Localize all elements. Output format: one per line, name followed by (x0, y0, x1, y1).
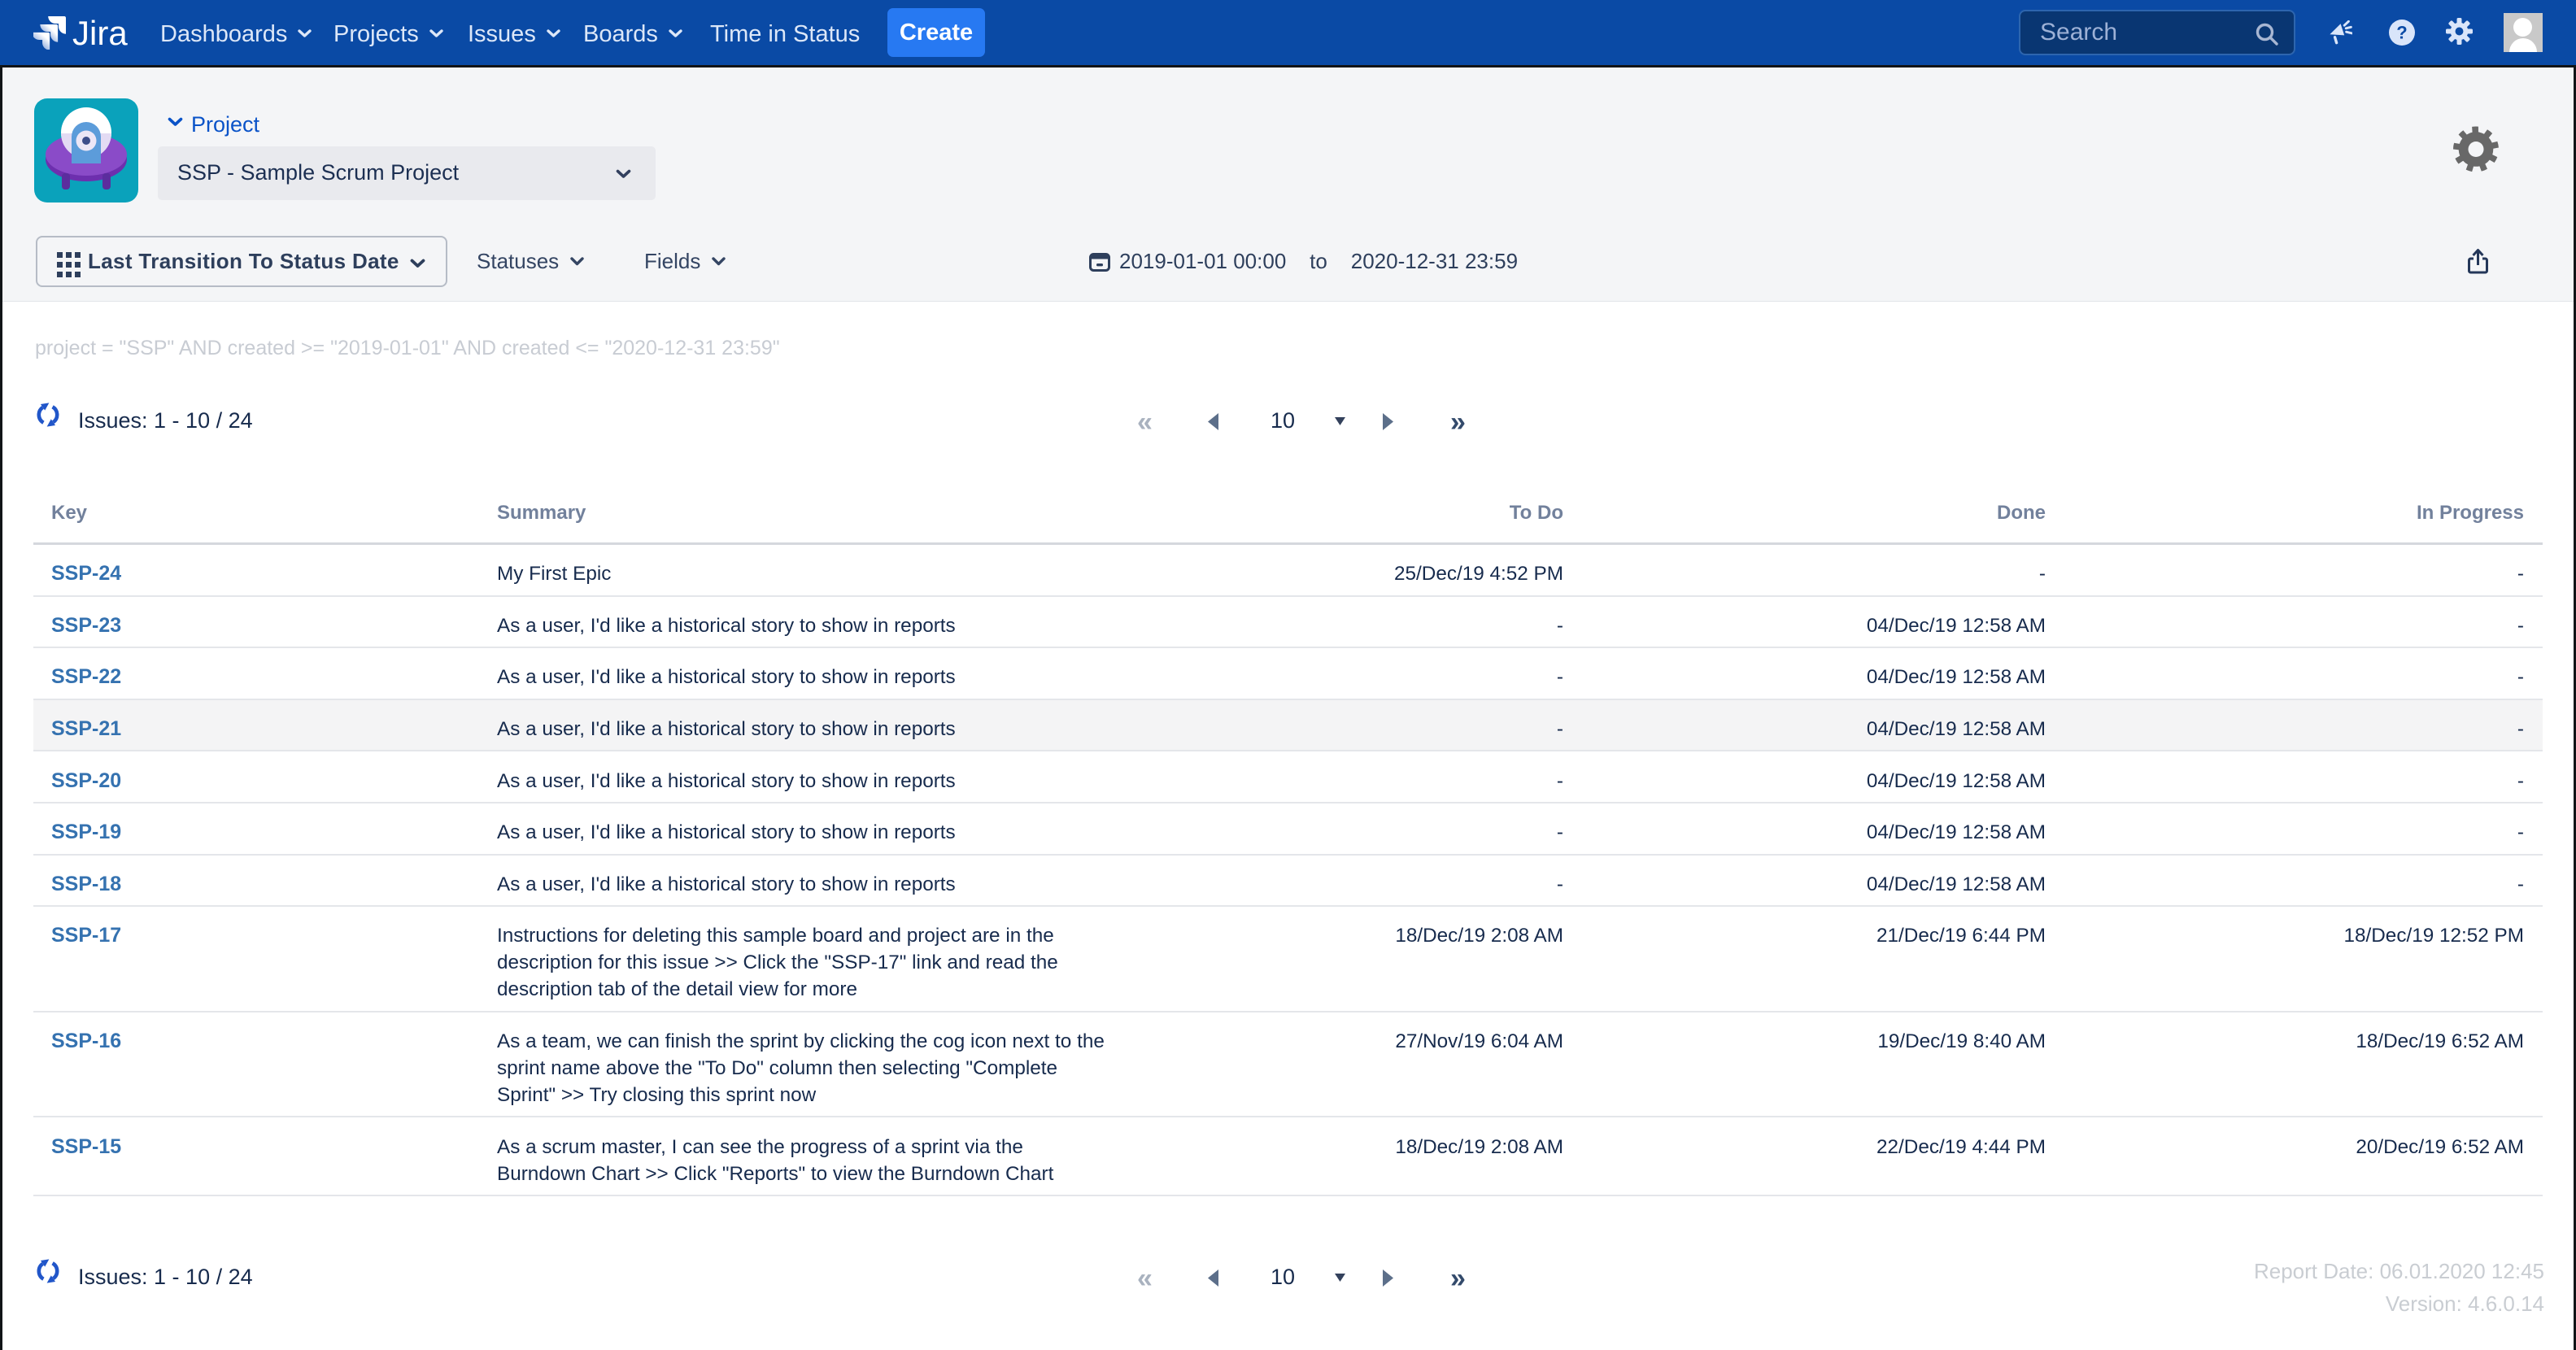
svg-text:?: ? (2396, 23, 2407, 43)
